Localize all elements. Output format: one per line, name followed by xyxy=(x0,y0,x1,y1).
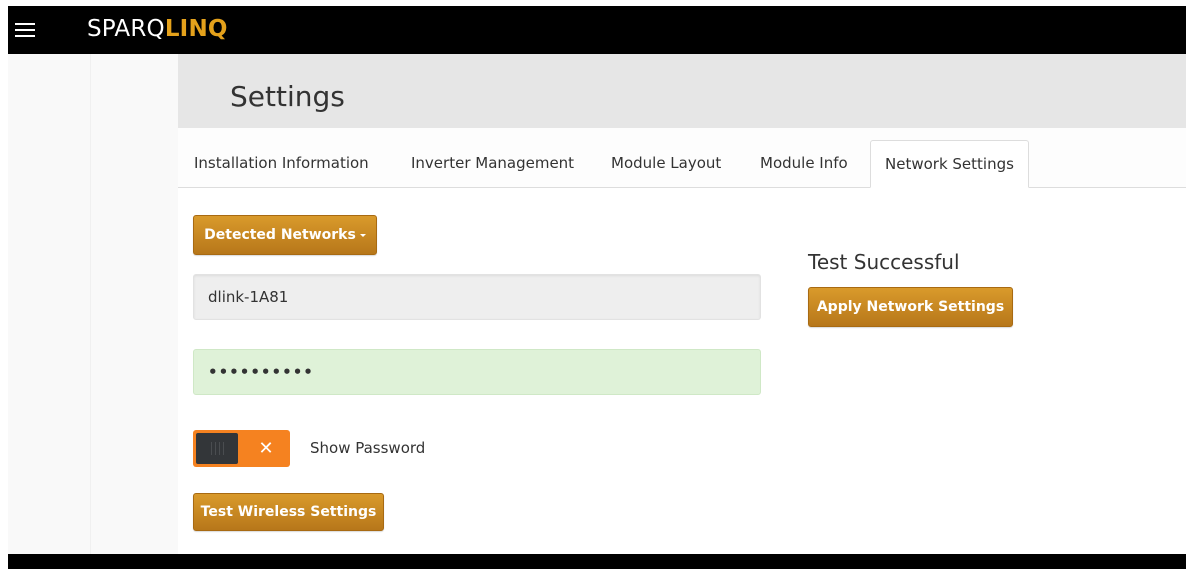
password-input[interactable]: •••••••••• xyxy=(193,349,761,395)
app-frame: SPARQLINQ Settings Installation Informat… xyxy=(8,6,1186,569)
detected-networks-dropdown[interactable]: Detected Networks xyxy=(193,215,377,255)
toggle-knob[interactable] xyxy=(196,433,238,464)
show-password-toggle[interactable]: ✕ xyxy=(193,430,290,467)
top-navbar: SPARQLINQ xyxy=(8,6,1186,54)
caret-down-icon xyxy=(359,233,366,237)
test-wireless-settings-button[interactable]: Test Wireless Settings xyxy=(193,493,384,531)
detected-networks-label: Detected Networks xyxy=(204,227,356,243)
ssid-input[interactable]: dlink-1A81 xyxy=(193,274,761,320)
left-sidebar xyxy=(8,54,178,554)
tab-inverter-management[interactable]: Inverter Management xyxy=(411,140,574,187)
network-settings-panel: Detected Networks dlink-1A81 •••••••••• … xyxy=(178,188,1186,554)
tab-installation-information[interactable]: Installation Information xyxy=(194,140,369,187)
test-status-text: Test Successful xyxy=(808,250,960,274)
logo-text-linq: LINQ xyxy=(164,16,228,42)
sidebar-divider xyxy=(90,54,91,554)
settings-tabs: Installation Information Inverter Manage… xyxy=(178,140,1186,188)
toggle-off-x-icon: ✕ xyxy=(258,438,274,459)
page-header: Settings xyxy=(178,54,1186,128)
tab-module-layout[interactable]: Module Layout xyxy=(611,140,721,187)
logo-text-sparq: SPARQ xyxy=(87,16,165,42)
tab-network-settings[interactable]: Network Settings xyxy=(870,140,1029,188)
hamburger-menu-icon[interactable] xyxy=(15,23,35,37)
page-title: Settings xyxy=(230,80,345,113)
tab-module-info[interactable]: Module Info xyxy=(760,140,848,187)
bottom-bar xyxy=(8,554,1186,569)
app-logo[interactable]: SPARQLINQ xyxy=(87,15,228,43)
show-password-label: Show Password xyxy=(310,439,426,457)
apply-network-settings-button[interactable]: Apply Network Settings xyxy=(808,287,1013,327)
